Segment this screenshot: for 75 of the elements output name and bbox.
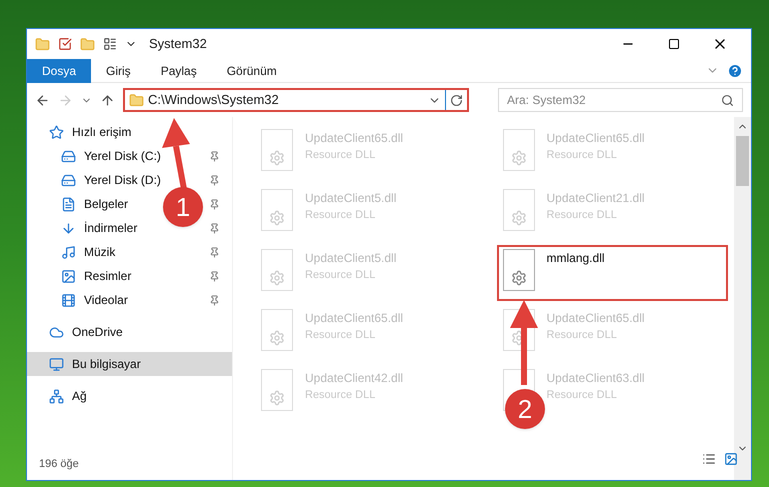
nav-icon	[61, 196, 76, 212]
file-name: UpdateClient5.dll	[305, 250, 396, 267]
sidebar-label: Bu bilgisayar	[72, 356, 141, 373]
sidebar-label: Yerel Disk (D:)	[84, 172, 161, 189]
file-name: UpdateClient65.dll	[546, 310, 645, 327]
nav-icon	[61, 292, 76, 308]
large-icons-view-icon[interactable]	[724, 452, 738, 466]
scrollbar[interactable]	[734, 117, 751, 480]
ribbon-tab[interactable]: Paylaş	[146, 58, 212, 82]
sidebar-label: OneDrive	[72, 324, 123, 341]
sidebar-label: Müzik	[84, 244, 116, 261]
dll-file-icon	[261, 309, 293, 351]
sidebar-item[interactable]: Resimler	[61, 267, 132, 285]
nav-icon	[61, 268, 76, 284]
properties-icon[interactable]	[58, 37, 72, 51]
sidebar-label: Hızlı erişim	[72, 124, 132, 141]
dll-file-icon	[261, 249, 293, 291]
address-field[interactable]: C:\Windows\System32	[123, 88, 469, 112]
dll-file-icon	[261, 129, 293, 171]
folder-icon	[129, 92, 144, 108]
ribbon-tab[interactable]: Giriş	[91, 58, 146, 82]
back-icon[interactable]	[35, 92, 50, 108]
nav-icon	[61, 148, 76, 164]
view-icon[interactable]	[103, 37, 117, 51]
sidebar-item[interactable]: Müzik	[61, 243, 116, 261]
nav-icon	[61, 244, 76, 260]
sidebar-label: Belgeler	[84, 196, 128, 213]
file-name: UpdateClient65.dll	[305, 310, 404, 327]
file-item[interactable]: mmlang.dll	[546, 249, 605, 299]
sidebar-item[interactable]: Hızlı erişim	[49, 123, 132, 141]
nav-icon	[49, 388, 64, 404]
nav-icon	[49, 356, 64, 372]
refresh-icon[interactable]	[450, 94, 463, 106]
help-icon[interactable]	[727, 62, 743, 78]
sidebar-label: Videolar	[84, 292, 128, 309]
sidebar-label: İndirmeler	[84, 220, 138, 237]
nav-icon	[49, 124, 64, 140]
file-name: UpdateClient5.dll	[305, 190, 396, 207]
details-view-icon[interactable]	[702, 452, 716, 466]
sidebar-label: Resimler	[84, 268, 132, 285]
sidebar-item[interactable]: Yerel Disk (D:)	[61, 171, 161, 189]
file-name: UpdateClient65.dll	[546, 130, 645, 147]
file-name: mmlang.dll	[546, 250, 605, 267]
up-icon[interactable]	[100, 92, 115, 108]
address-path: C:\Windows\System32	[148, 91, 279, 110]
sidebar-item[interactable]: Belgeler	[61, 195, 128, 213]
search-icon[interactable]	[721, 94, 734, 106]
scrollbar-thumb[interactable]	[736, 136, 749, 186]
file-name: UpdateClient63.dll	[546, 370, 645, 387]
sidebar-item[interactable]: İndirmeler	[61, 219, 138, 237]
dll-file-icon	[502, 189, 534, 231]
nav-icon	[61, 172, 76, 188]
sidebar-item[interactable]: Videolar	[61, 291, 128, 309]
file-name: UpdateClient21.dll	[546, 190, 645, 207]
dll-file-icon	[502, 129, 534, 171]
sidebar-label: Ağ	[72, 388, 87, 405]
sidebar-item[interactable]: Ağ	[49, 387, 87, 405]
sidebar-label: Yerel Disk (C:)	[84, 148, 161, 165]
ribbon-tab[interactable]: Dosya	[27, 58, 92, 82]
search-input[interactable]: Ara: System32	[507, 91, 721, 109]
window-title: System32	[149, 35, 207, 54]
item-count: 196 öğe	[39, 456, 80, 472]
sidebar-item[interactable]: OneDrive	[49, 323, 123, 341]
file-name: UpdateClient42.dll	[305, 370, 404, 387]
dll-file-icon	[261, 189, 293, 231]
dll-file-icon	[502, 249, 534, 291]
dll-file-icon	[261, 369, 293, 411]
file-name: UpdateClient65.dll	[305, 130, 404, 147]
search-field[interactable]: Ara: System32	[498, 88, 743, 112]
sidebar-item[interactable]: Yerel Disk (C:)	[61, 147, 161, 165]
nav-icon	[49, 324, 64, 340]
ribbon-tab[interactable]: Görünüm	[212, 58, 292, 82]
maximize-icon	[668, 38, 680, 50]
nav-icon	[61, 220, 76, 236]
sidebar-item[interactable]: Bu bilgisayar	[49, 355, 141, 373]
